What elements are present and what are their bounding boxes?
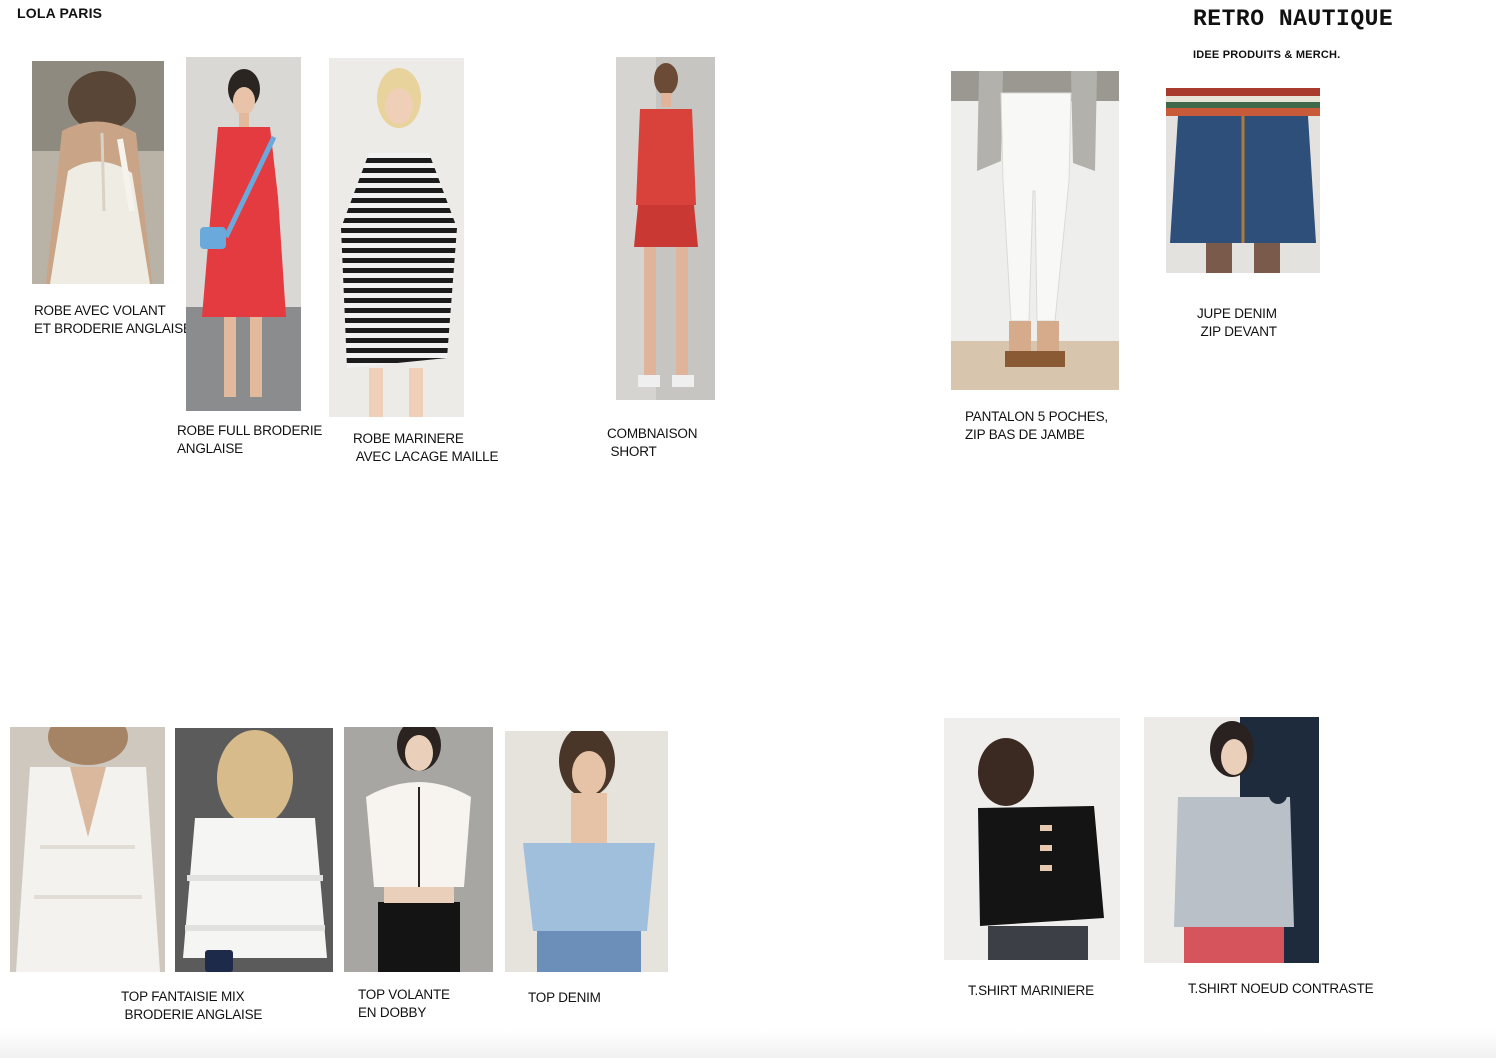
product-photo-top-fantaisie <box>10 727 165 972</box>
product-photo-tshirt-noeud <box>1144 717 1319 963</box>
product-caption: T.SHIRT MARINIERE <box>968 983 1094 998</box>
product-photo-top-broderie-back <box>175 728 333 972</box>
product-photo-jupe-denim <box>1166 88 1320 273</box>
product-caption: TOP DENIM <box>528 990 601 1005</box>
product-photo-robe-mariniere <box>329 58 464 417</box>
product-photo-robe-broderie <box>186 57 301 411</box>
page-subtitle: IDEE PRODUITS & MERCH. <box>1193 49 1341 61</box>
product-caption: PANTALON 5 POCHES, ZIP BAS DE JAMBE <box>965 409 1108 442</box>
brand-name: LOLA PARIS <box>17 5 103 21</box>
product-photo-top-denim <box>505 731 668 972</box>
product-photo-tshirt-mariniere <box>944 718 1120 960</box>
product-caption: ROBE MARINERE AVEC LACAGE MAILLE <box>353 431 499 464</box>
product-photo-top-volante <box>344 727 493 972</box>
product-caption: TOP VOLANTE EN DOBBY <box>358 987 450 1020</box>
product-caption: JUPE DENIM ZIP DEVANT <box>1197 306 1277 339</box>
product-caption: COMBNAISON SHORT <box>607 426 698 459</box>
product-photo-combinaison-short <box>616 57 715 400</box>
product-caption: ROBE FULL BRODERIE ANGLAISE <box>177 423 323 456</box>
product-photo-pantalon <box>951 71 1119 390</box>
product-caption: ROBE AVEC VOLANT ET BRODERIE ANGLAISE <box>34 303 192 336</box>
page-title: RETRO NAUTIQUE <box>1193 6 1394 32</box>
product-photo-robe-volant <box>32 61 164 284</box>
product-caption: TOP FANTAISIE MIX BRODERIE ANGLAISE <box>121 989 263 1022</box>
page-bottom-edge <box>0 1030 1496 1058</box>
product-caption: T.SHIRT NOEUD CONTRASTE <box>1188 981 1374 996</box>
